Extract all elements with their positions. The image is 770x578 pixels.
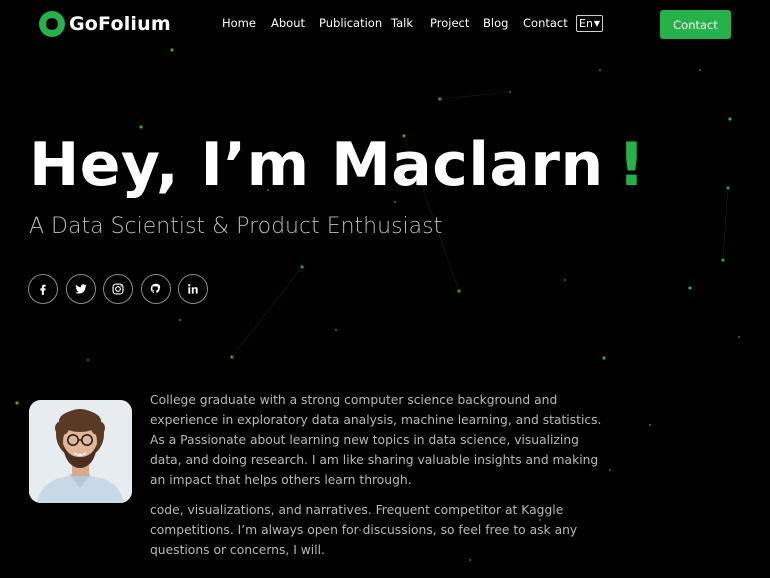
particle-dot bbox=[737, 335, 741, 339]
particle-dot bbox=[728, 117, 732, 121]
language-value: En bbox=[579, 17, 593, 30]
facebook-link[interactable] bbox=[28, 274, 58, 304]
github-icon bbox=[150, 283, 160, 293]
hero-subtitle: A Data Scientist & Product Enthusiast bbox=[29, 214, 443, 239]
particle-dot bbox=[598, 68, 602, 72]
linkedin-icon bbox=[188, 284, 198, 294]
nav-about[interactable]: About bbox=[271, 16, 305, 30]
nav-publication[interactable]: Publication bbox=[319, 16, 382, 30]
about-paragraph: code, visualizations, and narratives. Fr… bbox=[150, 503, 578, 557]
particle-dot bbox=[393, 200, 397, 204]
linkedin-link[interactable] bbox=[178, 274, 208, 304]
language-select[interactable]: En ▼ bbox=[576, 15, 603, 32]
social-links bbox=[28, 274, 216, 304]
nav-blog[interactable]: Blog bbox=[483, 16, 508, 30]
about-text: College graduate with a strong computer … bbox=[150, 390, 605, 560]
person-illustration bbox=[29, 400, 132, 503]
profile-photo bbox=[29, 400, 132, 503]
twitter-link[interactable] bbox=[65, 274, 96, 304]
particle-dot bbox=[334, 328, 338, 332]
particle-dot bbox=[139, 125, 143, 129]
particle-dot bbox=[170, 48, 174, 52]
instagram-link[interactable] bbox=[103, 274, 133, 304]
particle-dot bbox=[86, 358, 90, 362]
particle-link bbox=[439, 91, 511, 100]
logo-icon bbox=[39, 11, 65, 37]
particle-link bbox=[722, 187, 729, 261]
nav-talk[interactable]: Talk bbox=[391, 16, 413, 30]
about-paragraph: College graduate with a strong computer … bbox=[150, 393, 602, 487]
twitter-icon bbox=[74, 284, 87, 294]
facebook-icon bbox=[40, 284, 46, 295]
particle-dot bbox=[648, 423, 652, 427]
nav-home[interactable]: Home bbox=[222, 16, 256, 30]
hero-title-accent: ! bbox=[617, 130, 646, 200]
particle-link bbox=[231, 266, 303, 358]
hero-title: Hey, I’m Maclarn! bbox=[29, 130, 646, 200]
github-link[interactable] bbox=[140, 274, 171, 304]
nav-project[interactable]: Project bbox=[430, 16, 469, 30]
particle-dot bbox=[563, 278, 567, 282]
particle-dot bbox=[178, 318, 182, 322]
particle-dot bbox=[15, 401, 19, 405]
hero-title-text: Hey, I’m Maclarn bbox=[29, 130, 604, 200]
brand-name: GoFolium bbox=[69, 13, 171, 35]
contact-button[interactable]: Contact bbox=[660, 10, 731, 39]
instagram-icon bbox=[112, 283, 124, 295]
brand-logo[interactable]: GoFolium bbox=[39, 11, 171, 37]
particle-dot bbox=[688, 286, 692, 290]
particle-dot bbox=[608, 468, 612, 472]
particle-dot bbox=[698, 68, 702, 72]
nav-contact[interactable]: Contact bbox=[523, 16, 568, 30]
particle-dot bbox=[602, 356, 606, 360]
chevron-down-icon: ▼ bbox=[593, 19, 601, 28]
